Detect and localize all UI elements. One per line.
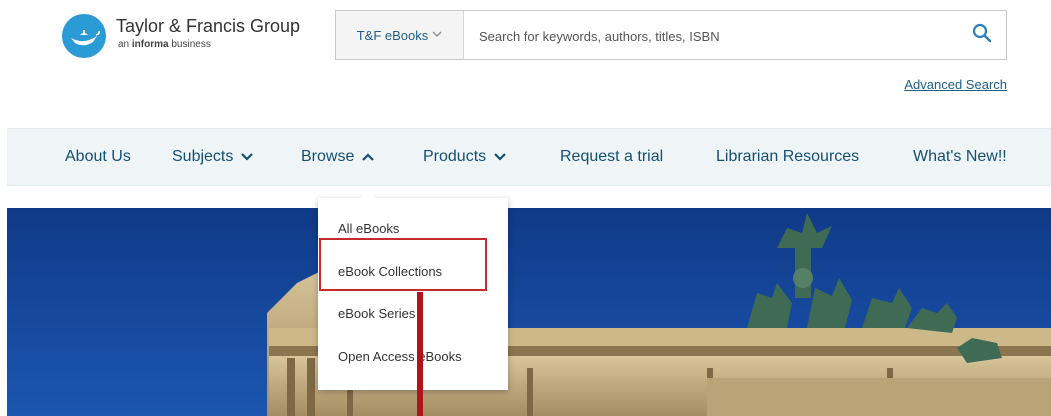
browse-dropdown-menu: All eBooks eBook Collections eBook Serie… — [318, 190, 508, 390]
hero-image — [7, 208, 1051, 416]
nav-item-label: Products — [423, 148, 487, 165]
dropdown-item-open-access-ebooks[interactable]: Open Access eBooks — [338, 349, 462, 364]
search-icon — [972, 23, 992, 48]
nav-item-librarian-resources[interactable]: Librarian Resources — [716, 129, 859, 185]
lamp-logo-icon — [62, 14, 106, 58]
taylor-francis-logo[interactable]: Taylor & Francis Group an informa busine… — [62, 10, 322, 60]
logo-tag-prefix: an — [118, 39, 132, 50]
logo-tagline: an informa business — [118, 39, 211, 50]
highlight-annotation-box — [319, 238, 487, 291]
chevron-down-icon — [494, 153, 506, 161]
main-nav: About Us Subjects Browse Products Reques… — [7, 128, 1051, 186]
logo-tag-bold: informa — [131, 39, 169, 50]
search-input[interactable] — [477, 11, 951, 61]
search-scope-dropdown[interactable]: T&F eBooks — [336, 11, 464, 59]
nav-item-request-trial[interactable]: Request a trial — [560, 129, 663, 185]
nav-item-label: Request a trial — [560, 148, 664, 165]
nav-item-label: What's New!! — [913, 148, 1007, 165]
logo-name: Taylor & Francis Group — [116, 16, 301, 36]
search-bar: T&F eBooks — [335, 10, 1007, 61]
chevron-down-icon — [432, 29, 442, 41]
nav-item-products[interactable]: Products — [423, 129, 507, 185]
nav-item-label: About Us — [65, 148, 131, 165]
nav-item-label: Librarian Resources — [716, 148, 860, 165]
logo-tag-suffix: business — [168, 39, 211, 50]
nav-item-about-us[interactable]: About Us — [65, 129, 131, 185]
dropdown-item-all-ebooks[interactable]: All eBooks — [338, 221, 399, 236]
chevron-up-icon — [362, 153, 375, 161]
nav-item-label: Browse — [301, 148, 355, 165]
dropdown-item-ebook-series[interactable]: eBook Series — [338, 306, 415, 321]
chevron-down-icon — [241, 153, 254, 161]
nav-item-whats-new[interactable]: What's New!! — [913, 129, 1007, 185]
search-button[interactable] — [964, 19, 1000, 51]
nav-item-label: Subjects — [172, 148, 234, 165]
nav-item-subjects[interactable]: Subjects — [172, 129, 254, 185]
search-scope-label: T&F eBooks — [356, 27, 429, 43]
nav-item-browse[interactable]: Browse — [301, 129, 375, 185]
advanced-search-link[interactable]: Advanced Search — [904, 77, 1007, 92]
pointer-annotation-line — [417, 292, 423, 416]
